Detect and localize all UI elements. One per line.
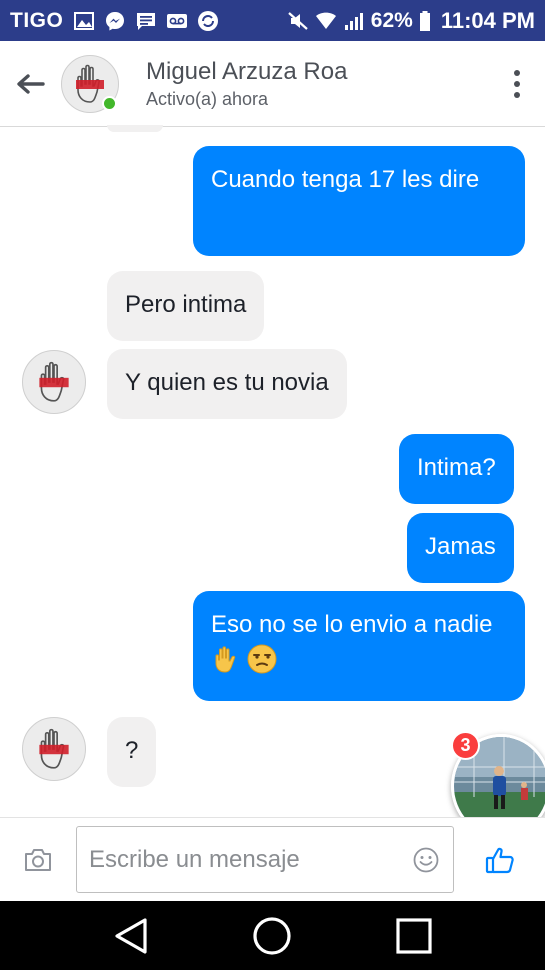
triangle-back-icon — [115, 917, 147, 954]
system-nav-bar — [0, 901, 545, 970]
emoji-button[interactable] — [411, 845, 441, 875]
arrow-left-icon — [17, 73, 45, 94]
battery-percent: 62% — [370, 8, 413, 32]
message-icon — [135, 10, 157, 32]
circle-home-icon — [253, 916, 292, 955]
battery-icon — [419, 10, 431, 32]
image-icon — [73, 10, 95, 32]
conversation-header: Miguel Arzuza Roa Activo(a) ahora — [0, 41, 545, 127]
message-bubble-outgoing[interactable]: Intima? — [399, 434, 514, 504]
carrier-label: TIGO — [10, 8, 64, 32]
square-recents-icon — [396, 917, 432, 954]
raised-hand-emoji-icon — [211, 644, 239, 685]
message-bubble-incoming[interactable]: Y quien es tu novia — [107, 349, 347, 419]
nav-recents-button[interactable] — [384, 906, 444, 966]
nav-home-button[interactable] — [242, 906, 302, 966]
message-bubble-incoming[interactable]: ? — [107, 717, 157, 787]
message-bubble-outgoing[interactable]: Eso no se lo envio a nadie — [193, 591, 525, 701]
online-indicator — [102, 95, 117, 111]
contact-status: Activo(a) ahora — [146, 88, 269, 109]
message-list[interactable]: Cuando tenga 17 les dire Pero intima Y q… — [0, 125, 545, 817]
contact-avatar-wrapper[interactable] — [61, 54, 119, 113]
message-bubble-incoming[interactable]: Pero intima — [107, 271, 265, 341]
message-input-container[interactable] — [76, 826, 454, 893]
message-text: Pero intima — [125, 291, 247, 318]
signal-icon — [343, 10, 365, 32]
message-text: Intima? — [417, 454, 496, 481]
back-button[interactable] — [0, 41, 60, 127]
wifi-icon — [315, 10, 337, 32]
more-options-button[interactable] — [489, 41, 545, 127]
sender-avatar[interactable] — [22, 350, 86, 414]
nav-back-button[interactable] — [101, 906, 161, 966]
thumbs-up-icon — [485, 847, 514, 873]
unamused-face-emoji-icon — [246, 643, 278, 686]
message-composer — [0, 817, 545, 901]
contact-info[interactable]: Miguel Arzuza Roa Activo(a) ahora — [146, 57, 347, 111]
message-text: Y quien es tu novia — [125, 369, 329, 396]
hand-logo-icon — [39, 361, 69, 402]
like-button[interactable] — [454, 818, 545, 902]
message-text: Eso no se lo envio a nadie — [211, 611, 493, 638]
status-bar: TIGO 62% 11:04 PM — [0, 0, 545, 41]
clock: 11:04 PM — [440, 7, 535, 33]
previous-message-stub — [107, 125, 163, 132]
message-text: Cuando tenga 17 les dire — [211, 166, 480, 193]
sender-avatar[interactable] — [22, 717, 86, 781]
chat-head-unread-badge: 3 — [451, 731, 480, 760]
sync-icon — [197, 10, 219, 32]
camera-button[interactable] — [0, 818, 76, 902]
voicemail-icon — [166, 10, 188, 32]
message-text: ? — [125, 737, 139, 764]
hand-logo-icon — [39, 728, 69, 769]
message-text: Jamas — [425, 533, 496, 560]
camera-icon — [25, 848, 51, 871]
contact-name: Miguel Arzuza Roa — [146, 57, 348, 85]
mute-icon — [287, 10, 309, 32]
message-bubble-outgoing[interactable]: Jamas — [407, 513, 514, 583]
messenger-icon — [104, 10, 126, 32]
message-bubble-outgoing[interactable]: Cuando tenga 17 les dire — [193, 146, 525, 256]
kebab-menu-icon — [514, 69, 520, 98]
message-input[interactable] — [89, 845, 411, 874]
smiley-icon — [413, 847, 439, 872]
